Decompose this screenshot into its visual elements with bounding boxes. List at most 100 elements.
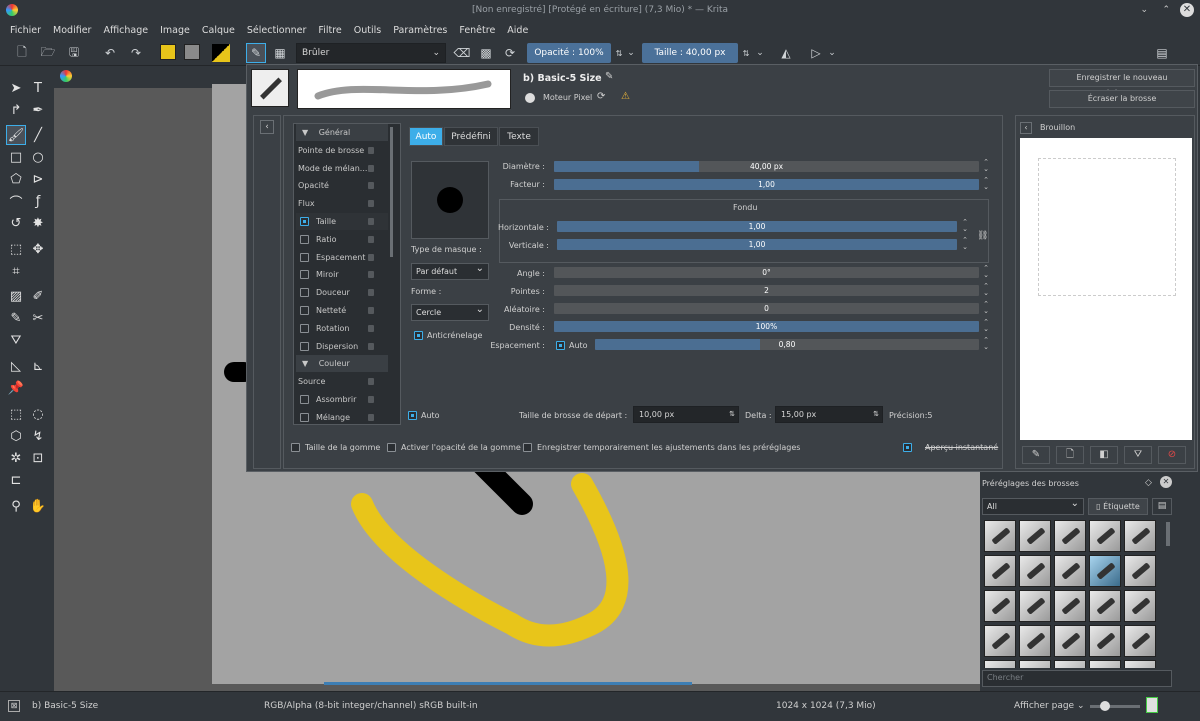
document-tab-icon[interactable] <box>60 70 72 82</box>
maximize-icon[interactable]: ⌃ <box>1162 0 1170 20</box>
lock-icon[interactable] <box>368 396 374 403</box>
bezier-tool-icon[interactable]: ⌒ <box>6 191 26 211</box>
preset-scrollbar[interactable] <box>1166 522 1170 546</box>
workspace-icon[interactable]: ▤ <box>1152 43 1172 63</box>
nav-scrollbar[interactable] <box>390 127 393 257</box>
ellipse-tool-icon[interactable]: ○ <box>28 147 48 167</box>
mirror-horizontal-icon[interactable]: ◭ <box>776 43 796 63</box>
nav-item[interactable]: Taille <box>296 213 388 230</box>
density-spin-icon[interactable]: ⌃ ⌄ <box>982 319 990 333</box>
random-spin-icon[interactable]: ⌃ ⌄ <box>982 301 990 315</box>
contiguous-select-icon[interactable]: ✲ <box>6 448 26 468</box>
delta-input[interactable]: 15,00 px ⇅ <box>775 406 883 423</box>
menu-fenetre[interactable]: Fenêtre <box>453 25 501 36</box>
text-tool-icon[interactable]: T <box>28 78 48 98</box>
smart-patch-icon[interactable]: ✎ <box>6 308 26 328</box>
transform-tool-icon[interactable]: ⬚ <box>6 239 26 259</box>
scratchpad-canvas[interactable] <box>1020 138 1192 440</box>
spacing-spin-icon[interactable]: ⌃ ⌄ <box>982 337 990 351</box>
brush-preset-thumbnail[interactable] <box>984 555 1016 587</box>
horizontal-fade-slider[interactable]: 1,00 <box>557 221 957 232</box>
nav-item[interactable]: Dispersion <box>296 338 388 355</box>
size-spin-icon[interactable]: ⇅ <box>740 43 752 63</box>
nav-item[interactable]: Assombrir <box>296 391 388 408</box>
pattern-icon[interactable]: ▦ <box>270 43 290 63</box>
brush-preset-thumbnail[interactable] <box>1019 625 1051 657</box>
similar-select-icon[interactable]: ⊡ <box>28 448 48 468</box>
brush-preset-thumbnail[interactable] <box>984 625 1016 657</box>
polygon-select-icon[interactable]: ⬡ <box>6 426 26 446</box>
eraser-size-checkbox[interactable] <box>291 443 300 452</box>
density-slider[interactable]: 100% <box>554 321 979 332</box>
nav-item[interactable]: Espacement <box>296 249 388 266</box>
scratchpad-clear-icon[interactable]: ⊘ <box>1158 446 1186 464</box>
nav-item[interactable]: Flux <box>296 195 388 212</box>
zoom-fit-icon[interactable] <box>1146 697 1158 713</box>
menu-parametres[interactable]: Paramètres <box>387 25 453 36</box>
brush-preset-thumbnail[interactable] <box>984 660 1016 668</box>
brush-preset-thumbnail[interactable] <box>1019 590 1051 622</box>
instant-preview-checkbox[interactable] <box>903 443 912 452</box>
foreground-color-swatch[interactable] <box>160 44 176 60</box>
brush-preset-thumbnail[interactable] <box>1019 555 1051 587</box>
points-spin-icon[interactable]: ⌃ ⌄ <box>982 283 990 297</box>
crop-tool-icon[interactable]: ⌗ <box>6 261 26 281</box>
background-color-swatch[interactable] <box>184 44 200 60</box>
nav-item[interactable]: Miroir <box>296 266 388 283</box>
scratchpad-collapse-icon[interactable]: ‹ <box>1020 122 1032 134</box>
brush-preset-thumbnail[interactable] <box>1054 590 1086 622</box>
scratchpad-fill-icon[interactable]: ⛛ <box>1124 446 1152 464</box>
ellipse-select-icon[interactable]: ◌ <box>28 404 48 424</box>
nav-item-checkbox[interactable] <box>300 270 309 280</box>
horizontal-scrollbar[interactable] <box>324 682 692 685</box>
preserve-alpha-icon[interactable]: ▩ <box>476 43 496 63</box>
nav-item[interactable]: Netteté <box>296 302 388 319</box>
preset-search-input[interactable]: Chercher <box>982 670 1172 687</box>
vertical-fade-slider[interactable]: 1,00 <box>557 239 957 250</box>
menu-modifier[interactable]: Modifier <box>47 25 97 36</box>
scratchpad-brush-icon[interactable]: ✎ <box>1022 446 1050 464</box>
lock-icon[interactable] <box>368 235 374 243</box>
brush-preset-thumbnail[interactable] <box>1054 660 1086 668</box>
nav-item-checkbox[interactable] <box>300 323 309 333</box>
dynamic-brush-icon[interactable]: ↺ <box>6 213 26 233</box>
diameter-spin-icon[interactable]: ⌃ ⌄ <box>982 159 990 173</box>
lock-icon[interactable] <box>368 289 374 297</box>
close-window-icon[interactable]: ✕ <box>1180 3 1194 17</box>
expand-arrow-icon[interactable]: ▼ <box>302 359 311 368</box>
colorize-mask-icon[interactable]: ✂ <box>28 308 48 328</box>
brush-preset-thumbnail[interactable] <box>1089 590 1121 622</box>
nav-item-checkbox[interactable] <box>300 234 309 244</box>
factor-spin-icon[interactable]: ⌃ ⌄ <box>982 177 990 191</box>
save-file-icon[interactable]: 🖫 <box>64 43 84 63</box>
random-slider[interactable]: 0 <box>554 303 979 314</box>
move-tool-icon[interactable]: ✥ <box>28 239 48 259</box>
size-dropdown-icon[interactable]: ⌄ <box>753 43 767 63</box>
zoom-mode-select[interactable]: Afficher page ⌄ <box>1014 701 1085 711</box>
expand-arrow-icon[interactable]: ▼ <box>302 128 311 137</box>
bezier-select-icon[interactable]: ⊏ <box>6 470 26 490</box>
menu-fichier[interactable]: Fichier <box>4 25 47 36</box>
blend-mode-select[interactable]: Brûler ⌄ <box>296 43 446 63</box>
opacity-dropdown-icon[interactable]: ⌄ <box>624 43 638 63</box>
brush-preset-thumbnail[interactable] <box>1054 520 1086 552</box>
link-fade-icon[interactable]: ⛓ <box>977 231 988 241</box>
zoom-slider[interactable] <box>1090 701 1140 711</box>
brush-preset-thumbnail[interactable] <box>1089 555 1121 587</box>
lock-icon[interactable] <box>368 164 374 172</box>
menu-filtre[interactable]: Filtre <box>312 25 347 36</box>
nav-item[interactable]: ▼ Général <box>296 124 388 141</box>
assistant-tool-icon[interactable]: ◺ <box>6 356 26 376</box>
nav-item[interactable]: Mode de mélan... <box>296 160 388 177</box>
color-picker-icon[interactable]: ✐ <box>28 286 48 306</box>
brush-preset-thumbnail[interactable] <box>1124 520 1156 552</box>
mirror-vertical-icon[interactable]: ▷ <box>806 43 826 63</box>
nav-item[interactable]: Rotation <box>296 320 388 337</box>
nav-item[interactable]: Ratio <box>296 231 388 248</box>
menu-aide[interactable]: Aide <box>501 25 534 36</box>
lock-icon[interactable] <box>368 378 374 386</box>
brush-preset-thumbnail[interactable] <box>1054 555 1086 587</box>
lock-icon[interactable] <box>368 253 374 261</box>
brush-preset-thumbnail[interactable] <box>1089 660 1121 668</box>
brush-preset-thumbnail[interactable] <box>1019 520 1051 552</box>
